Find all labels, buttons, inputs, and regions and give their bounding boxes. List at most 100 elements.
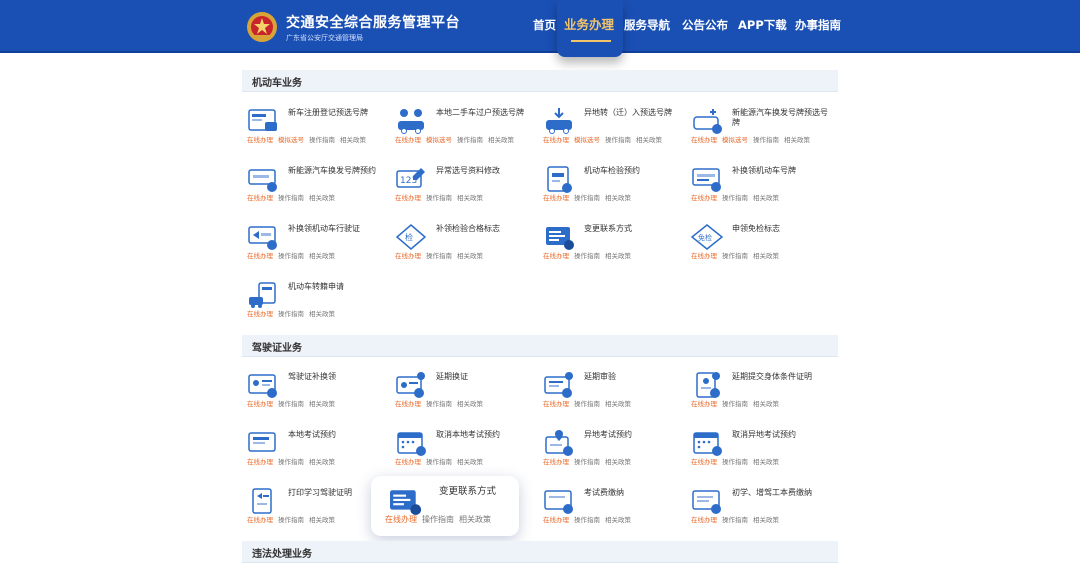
policy-link[interactable]: 相关政策 xyxy=(753,458,779,466)
online-link[interactable]: 在线办理 xyxy=(247,136,273,144)
online-link[interactable]: 在线办理 xyxy=(543,136,569,144)
service-item[interactable]: 驾驶证补换领 在线办理 操作指南 相关政策 xyxy=(242,368,388,420)
guide-link[interactable]: 操作指南 xyxy=(426,458,452,466)
service-item[interactable]: 取消异地考试预约 在线办理 操作指南 相关政策 xyxy=(686,426,832,478)
guide-link[interactable]: 操作指南 xyxy=(605,136,631,144)
nav-guide[interactable]: 办事指南 xyxy=(795,0,841,53)
online-link[interactable]: 在线办理 xyxy=(385,515,417,524)
guide-link[interactable]: 操作指南 xyxy=(753,136,779,144)
service-item[interactable]: 变更联系方式 在线办理 操作指南 相关政策 xyxy=(538,220,684,272)
service-item[interactable]: 新能源汽车换发号牌预约 在线办理 操作指南 相关政策 xyxy=(242,162,388,214)
policy-link[interactable]: 相关政策 xyxy=(636,136,662,144)
online-link[interactable]: 在线办理 xyxy=(543,458,569,466)
guide-link[interactable]: 操作指南 xyxy=(278,310,304,318)
service-item[interactable]: 延期审验 在线办理 操作指南 相关政策 xyxy=(538,368,684,420)
service-item[interactable]: 123 异常选号资料修改 在线办理 操作指南 相关政策 xyxy=(390,162,536,214)
service-item[interactable]: 打印学习驾驶证明 在线办理 操作指南 相关政策 xyxy=(242,484,388,536)
guide-link[interactable]: 操作指南 xyxy=(278,400,304,408)
policy-link[interactable]: 相关政策 xyxy=(340,136,366,144)
policy-link[interactable]: 相关政策 xyxy=(753,400,779,408)
policy-link[interactable]: 相关政策 xyxy=(605,458,631,466)
guide-link[interactable]: 操作指南 xyxy=(309,136,335,144)
policy-link[interactable]: 相关政策 xyxy=(309,194,335,202)
policy-link[interactable]: 相关政策 xyxy=(457,400,483,408)
online-link[interactable]: 在线办理 xyxy=(247,516,273,524)
online-link[interactable]: 在线办理 xyxy=(395,458,421,466)
policy-link[interactable]: 相关政策 xyxy=(753,252,779,260)
guide-link[interactable]: 操作指南 xyxy=(722,252,748,260)
nav-home[interactable]: 首页 xyxy=(533,0,556,53)
policy-link[interactable]: 相关政策 xyxy=(784,136,810,144)
nav-service-guide[interactable]: 服务导航 xyxy=(624,0,670,53)
policy-link[interactable]: 相关政策 xyxy=(309,252,335,260)
hovered-service-card[interactable]: 变更联系方式 在线办理 操作指南 相关政策 xyxy=(371,476,519,536)
policy-link[interactable]: 相关政策 xyxy=(605,400,631,408)
mock-select-link[interactable]: 模拟选号 xyxy=(722,136,748,144)
policy-link[interactable]: 相关政策 xyxy=(753,194,779,202)
service-item[interactable]: 异地考试预约 在线办理 操作指南 相关政策 xyxy=(538,426,684,478)
nav-business[interactable]: 业务办理 xyxy=(564,0,614,53)
policy-link[interactable]: 相关政策 xyxy=(457,458,483,466)
service-item[interactable]: 新能源汽车换发号牌预选号牌 在线办理 模拟选号 操作指南 相关政策 xyxy=(686,104,832,156)
service-item[interactable]: 机动车检验预约 在线办理 操作指南 相关政策 xyxy=(538,162,684,214)
guide-link[interactable]: 操作指南 xyxy=(278,516,304,524)
online-link[interactable]: 在线办理 xyxy=(543,252,569,260)
guide-link[interactable]: 操作指南 xyxy=(422,515,454,524)
online-link[interactable]: 在线办理 xyxy=(691,194,717,202)
guide-link[interactable]: 操作指南 xyxy=(574,194,600,202)
service-item[interactable]: 机动车转籍申请 在线办理 操作指南 相关政策 xyxy=(242,278,388,330)
online-link[interactable]: 在线办理 xyxy=(543,516,569,524)
service-item[interactable]: 新车注册登记预选号牌 在线办理 模拟选号 操作指南 相关政策 xyxy=(242,104,388,156)
guide-link[interactable]: 操作指南 xyxy=(722,194,748,202)
guide-link[interactable]: 操作指南 xyxy=(278,252,304,260)
policy-link[interactable]: 相关政策 xyxy=(309,458,335,466)
site-title[interactable]: 交通安全综合服务管理平台 xyxy=(286,12,460,32)
online-link[interactable]: 在线办理 xyxy=(691,458,717,466)
guide-link[interactable]: 操作指南 xyxy=(426,400,452,408)
online-link[interactable]: 在线办理 xyxy=(247,310,273,318)
nav-app-download[interactable]: APP下载 xyxy=(738,0,787,53)
online-link[interactable]: 在线办理 xyxy=(691,252,717,260)
mock-select-link[interactable]: 模拟选号 xyxy=(574,136,600,144)
service-item[interactable]: 本地考试预约 在线办理 操作指南 相关政策 xyxy=(242,426,388,478)
online-link[interactable]: 在线办理 xyxy=(691,516,717,524)
service-item[interactable]: 延期提交身体条件证明 在线办理 操作指南 相关政策 xyxy=(686,368,832,420)
guide-link[interactable]: 操作指南 xyxy=(574,516,600,524)
policy-link[interactable]: 相关政策 xyxy=(605,252,631,260)
guide-link[interactable]: 操作指南 xyxy=(722,400,748,408)
online-link[interactable]: 在线办理 xyxy=(395,194,421,202)
policy-link[interactable]: 相关政策 xyxy=(459,515,491,524)
service-item[interactable]: 补换领机动车号牌 在线办理 操作指南 相关政策 xyxy=(686,162,832,214)
nav-announcements[interactable]: 公告公布 xyxy=(682,0,728,53)
online-link[interactable]: 在线办理 xyxy=(395,136,421,144)
policy-link[interactable]: 相关政策 xyxy=(605,516,631,524)
service-item[interactable]: 异地转（迁）入预选号牌 在线办理 模拟选号 操作指南 相关政策 xyxy=(538,104,684,156)
policy-link[interactable]: 相关政策 xyxy=(488,136,514,144)
online-link[interactable]: 在线办理 xyxy=(247,400,273,408)
service-item[interactable]: 初学、增驾工本费缴纳 在线办理 操作指南 相关政策 xyxy=(686,484,832,536)
service-item[interactable]: 本地二手车过户预选号牌 在线办理 模拟选号 操作指南 相关政策 xyxy=(390,104,536,156)
guide-link[interactable]: 操作指南 xyxy=(278,458,304,466)
guide-link[interactable]: 操作指南 xyxy=(574,458,600,466)
online-link[interactable]: 在线办理 xyxy=(691,136,717,144)
policy-link[interactable]: 相关政策 xyxy=(457,194,483,202)
online-link[interactable]: 在线办理 xyxy=(543,400,569,408)
online-link[interactable]: 在线办理 xyxy=(691,400,717,408)
mock-select-link[interactable]: 模拟选号 xyxy=(426,136,452,144)
online-link[interactable]: 在线办理 xyxy=(395,400,421,408)
guide-link[interactable]: 操作指南 xyxy=(457,136,483,144)
policy-link[interactable]: 相关政策 xyxy=(605,194,631,202)
service-item[interactable]: 免检 申领免检标志 在线办理 操作指南 相关政策 xyxy=(686,220,832,272)
online-link[interactable]: 在线办理 xyxy=(543,194,569,202)
online-link[interactable]: 在线办理 xyxy=(247,458,273,466)
service-item[interactable]: 取消本地考试预约 在线办理 操作指南 相关政策 xyxy=(390,426,536,478)
policy-link[interactable]: 相关政策 xyxy=(309,310,335,318)
guide-link[interactable]: 操作指南 xyxy=(426,194,452,202)
service-item[interactable]: 延期换证 在线办理 操作指南 相关政策 xyxy=(390,368,536,420)
mock-select-link[interactable]: 模拟选号 xyxy=(278,136,304,144)
guide-link[interactable]: 操作指南 xyxy=(426,252,452,260)
policy-link[interactable]: 相关政策 xyxy=(753,516,779,524)
online-link[interactable]: 在线办理 xyxy=(247,252,273,260)
guide-link[interactable]: 操作指南 xyxy=(722,458,748,466)
policy-link[interactable]: 相关政策 xyxy=(309,516,335,524)
